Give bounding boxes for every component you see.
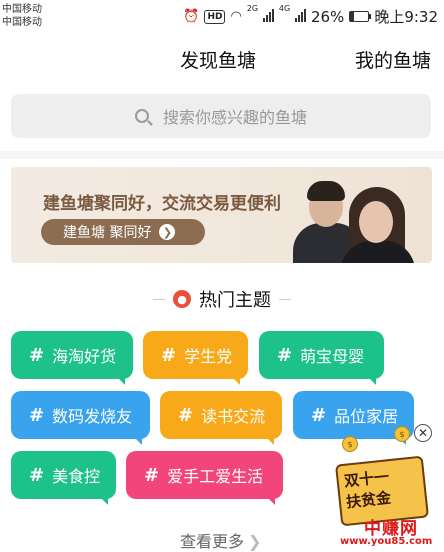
carrier-label-2: 中国移动	[2, 17, 42, 28]
promo-banner[interactable]: 建鱼塘聚同好，交流交易更便利 建鱼塘 聚同好 ❯	[11, 167, 432, 263]
hashtag-icon: #	[29, 344, 45, 366]
coin-icon: $	[342, 436, 358, 452]
topic-tag[interactable]: # 读书交流	[160, 391, 282, 445]
battery-icon	[349, 11, 372, 22]
signal-icon-2: 4G	[279, 4, 306, 26]
clock: 晚上9:32	[374, 8, 438, 26]
section-divider	[0, 151, 444, 159]
topic-tag-label: 读书交流	[201, 407, 266, 426]
divider-line	[279, 298, 291, 300]
topic-tag-label: 数码发烧友	[52, 407, 133, 426]
topic-tag-label: 品位家居	[334, 407, 399, 426]
hashtag-icon: #	[178, 404, 194, 426]
chevron-right-icon: ❯	[248, 532, 262, 551]
hashtag-icon: #	[29, 464, 45, 486]
battery-percent: 26%	[310, 7, 345, 26]
create-pond-label: 建鱼塘 聚同好	[63, 225, 152, 241]
hashtag-icon: #	[161, 344, 177, 366]
see-more-link[interactable]: 查看更多 ❯	[180, 528, 261, 552]
see-more-label: 查看更多	[180, 532, 245, 551]
hashtag-icon: #	[277, 344, 293, 366]
banner-headline: 建鱼塘聚同好，交流交易更便利	[43, 194, 281, 214]
alarm-icon: ⏰	[183, 9, 200, 24]
signal-icon: 2G	[247, 4, 274, 26]
hot-topics-header: ● 热门主题	[0, 286, 444, 312]
topic-tag-label: 爱手工爱生活	[167, 467, 264, 486]
wifi-icon: ◠	[230, 9, 242, 24]
tab-my-ponds[interactable]: 我的鱼塘	[355, 46, 431, 73]
divider-line	[153, 298, 165, 300]
status-bar: 中国移动 中国移动 ⏰ HD ◠ 2G 4G 26% 晚上9:32	[0, 0, 444, 34]
banner-person-image	[359, 201, 393, 243]
topic-tag[interactable]: # 学生党	[143, 331, 248, 385]
topic-tag[interactable]: # 萌宝母婴	[259, 331, 384, 385]
topic-tag-label: 萌宝母婴	[300, 347, 365, 366]
topic-tag-label: 美食控	[52, 467, 101, 486]
watermark-url: www.you85.com	[340, 536, 433, 547]
search-icon	[134, 109, 149, 123]
fire-icon: ●	[173, 290, 191, 308]
hashtag-icon: #	[144, 464, 160, 486]
search-input[interactable]: 搜索你感兴趣的鱼塘	[11, 94, 431, 138]
tab-discover-ponds[interactable]: 发现鱼塘	[180, 46, 256, 73]
chevron-right-icon: ❯	[159, 224, 176, 240]
search-placeholder: 搜索你感兴趣的鱼塘	[162, 108, 307, 127]
banner-person-image	[307, 181, 345, 201]
create-pond-button[interactable]: 建鱼塘 聚同好 ❯	[41, 219, 205, 245]
close-icon[interactable]: ✕	[414, 424, 432, 442]
topic-tag[interactable]: # 美食控	[11, 451, 116, 505]
hd-icon: HD	[204, 9, 226, 24]
topic-tag-label: 海淘好货	[52, 347, 117, 366]
topic-tag[interactable]: # 海淘好货	[11, 331, 133, 385]
hot-topics-title: 热门主题	[199, 290, 271, 311]
coin-icon: $	[394, 426, 410, 442]
hashtag-icon: #	[29, 404, 45, 426]
topic-tag-label: 学生党	[184, 347, 233, 366]
carrier-label: 中国移动	[2, 4, 42, 15]
topic-tag[interactable]: # 数码发烧友	[11, 391, 150, 445]
hashtag-icon: #	[311, 404, 327, 426]
topic-tag[interactable]: # 爱手工爱生活	[126, 451, 283, 505]
